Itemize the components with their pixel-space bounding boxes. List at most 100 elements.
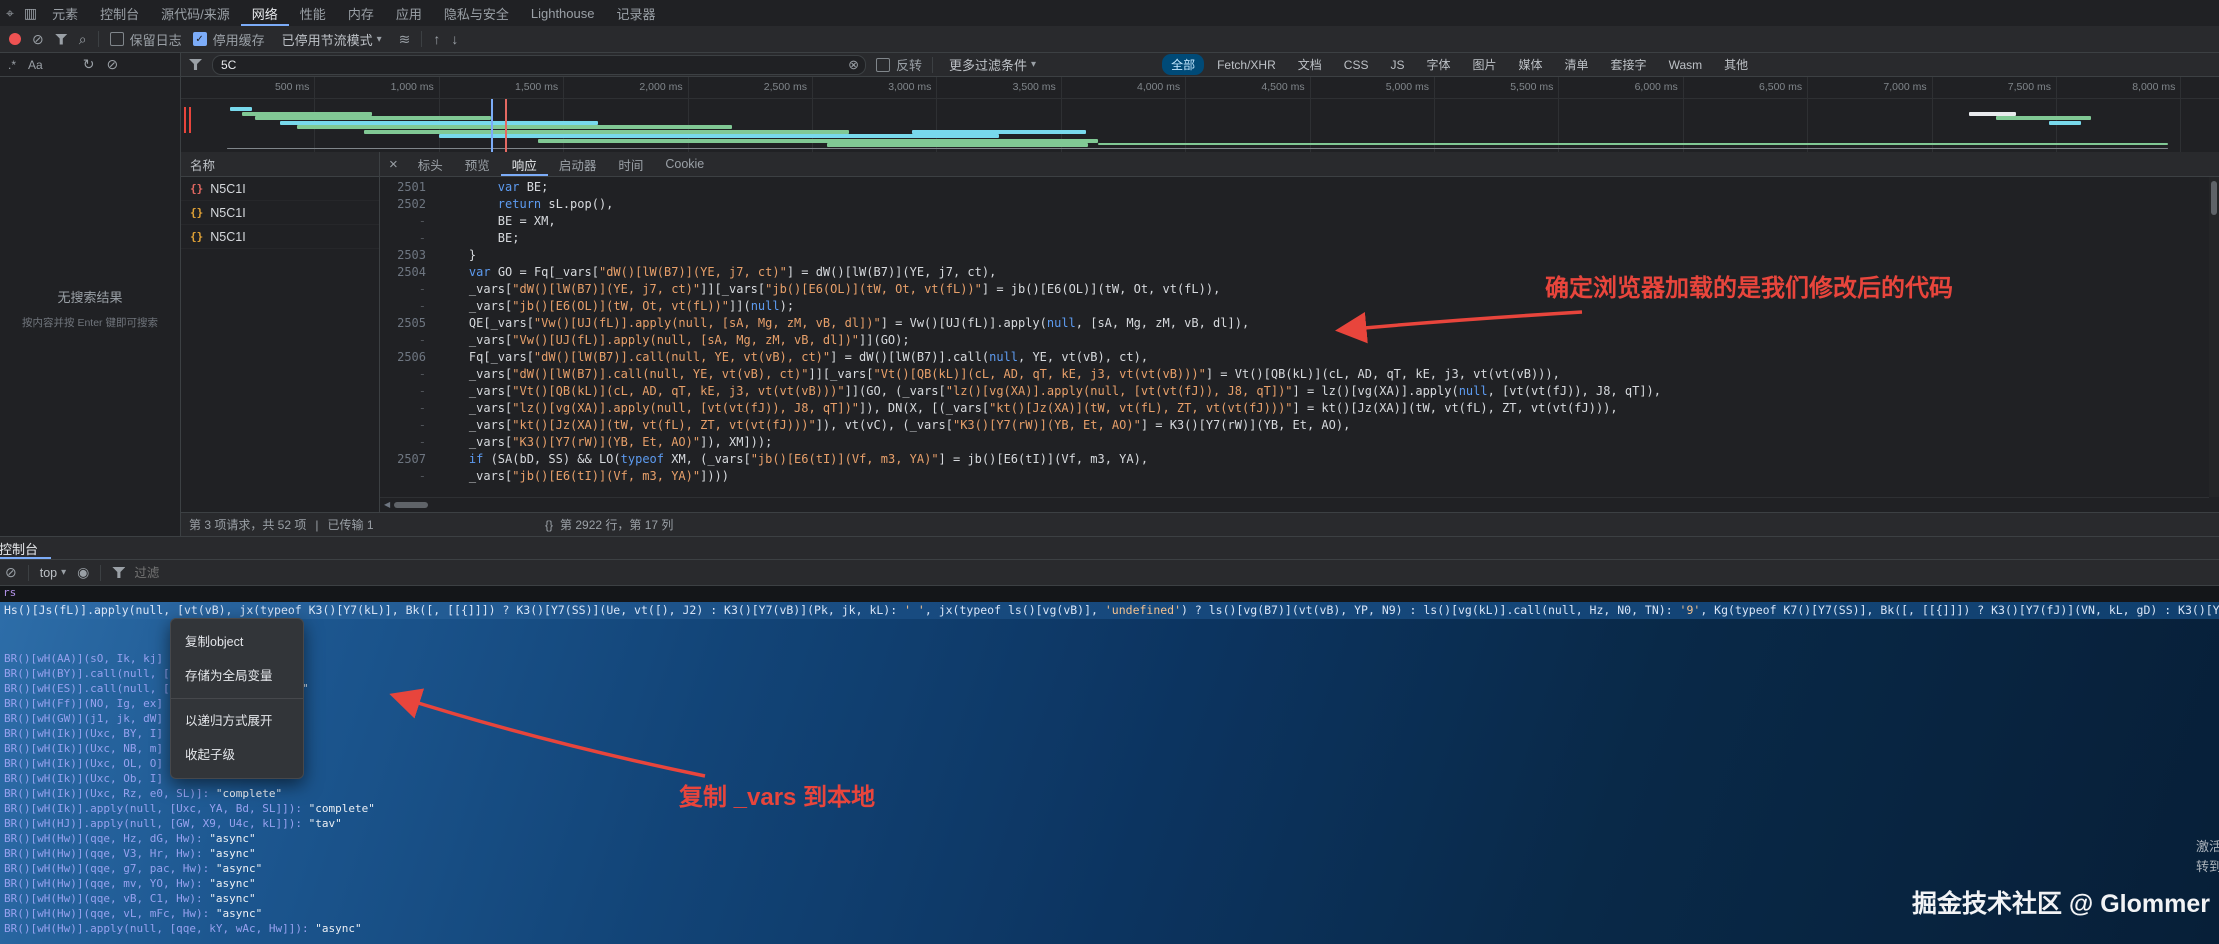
menu-item[interactable]: 收起子级	[171, 738, 303, 772]
more-filters-button[interactable]: 更多过滤条件 ▾	[943, 53, 1042, 76]
line-number: -	[380, 213, 440, 230]
code-text: _vars["jb()[E6(tI)](Vf, m3, YA)"])))	[440, 468, 729, 485]
timeline-gridline	[2180, 77, 2181, 152]
code-text: BE;	[440, 230, 519, 247]
filter-chip[interactable]: 文档	[1289, 54, 1331, 75]
code-row: - BE = XM,	[380, 213, 2209, 230]
console-filter-funnel-icon	[112, 567, 125, 578]
console-log-line: BR()[wH(Hw)](qqe, Hz, dG, Hw): "async"	[0, 831, 375, 846]
response-tab[interactable]: 启动器	[548, 152, 608, 176]
invert-checkbox[interactable]	[876, 58, 890, 72]
main-tab[interactable]: 内存	[337, 0, 385, 26]
menu-item[interactable]: 存储为全局变量	[171, 659, 303, 693]
filter-toggle-icon[interactable]	[55, 34, 68, 45]
clear-network-log-icon[interactable]: ⊘	[32, 31, 44, 48]
main-tab[interactable]: 元素	[41, 0, 89, 26]
console-log-line: BR()[wH(Hw)](qqe, mv, YO, Hw): "async"	[0, 876, 375, 891]
toolbar-divider	[100, 565, 101, 581]
context-value: top	[40, 566, 57, 580]
network-filter-input[interactable]	[219, 57, 842, 73]
main-tab[interactable]: 应用	[385, 0, 433, 26]
status-bar: 第 3 项请求，共 52 项 | 已传输 1 {} 第 2922 行，第 17 …	[181, 512, 2219, 536]
close-icon[interactable]: ×	[380, 156, 407, 173]
vertical-scroll-thumb[interactable]	[2211, 181, 2217, 215]
response-tab[interactable]: 响应	[501, 152, 548, 176]
code-text: _vars["lz()[vg(XA)].apply(null, [vt(vt(f…	[440, 400, 1618, 417]
activation-text-line-2: 转到	[2196, 856, 2219, 875]
preserve-log-checkbox[interactable]	[110, 32, 124, 46]
search-hint: 按内容并按 Enter 键即可搜索	[0, 315, 180, 330]
import-har-icon[interactable]: ↑	[433, 31, 440, 47]
clear-filter-icon[interactable]: ⊗	[848, 57, 859, 73]
filter-chip[interactable]: 全部	[1162, 54, 1204, 75]
page-event-line	[491, 99, 493, 152]
main-tab[interactable]: 隐私与安全	[433, 0, 520, 26]
inspect-icon[interactable]: ⌖	[0, 5, 20, 22]
main-tab[interactable]: 性能	[289, 0, 337, 26]
filter-chip[interactable]: Fetch/XHR	[1208, 56, 1285, 74]
code-rows: 2501 var BE;2502 return sL.pop(),- BE = …	[380, 179, 2209, 485]
line-number: 2503	[380, 247, 440, 264]
filter-chip[interactable]: JS	[1381, 56, 1413, 74]
filter-chip[interactable]: Wasm	[1660, 56, 1712, 74]
request-type-chips: 全部Fetch/XHR文档CSSJS字体图片媒体清单套接字Wasm其他	[1162, 54, 1757, 75]
menu-item[interactable]: 以递归方式展开	[171, 704, 303, 738]
annotation-note-1: 确定浏览器加载的是我们修改后的代码	[1545, 268, 1953, 303]
timeline-overview[interactable]: 500 ms1,000 ms1,500 ms2,000 ms2,500 ms3,…	[181, 77, 2219, 153]
clear-console-icon[interactable]: ⊘	[5, 564, 17, 581]
throttling-select[interactable]: 已停用节流模式 ▾	[276, 28, 388, 51]
response-tab[interactable]: 预览	[454, 152, 501, 176]
disable-cache-checkbox[interactable]: ✓	[193, 32, 207, 46]
request-row[interactable]: {}N5C1I	[181, 225, 379, 249]
main-tab[interactable]: 源代码/来源	[150, 0, 241, 26]
request-row[interactable]: {}N5C1I	[181, 201, 379, 225]
request-list-header[interactable]: 名称	[181, 152, 379, 177]
line-number: 2505	[380, 315, 440, 332]
file-icon: {}	[190, 182, 203, 195]
response-tab[interactable]: 标头	[407, 152, 454, 176]
clear-search-icon[interactable]: ⊘	[106, 56, 118, 73]
filter-chip[interactable]: 清单	[1556, 54, 1598, 75]
filter-chip[interactable]: 套接字	[1602, 54, 1656, 75]
network-conditions-icon[interactable]: ≋	[399, 31, 411, 48]
refresh-icon[interactable]: ↻	[83, 56, 95, 73]
timeline-tick-label: 8,000 ms	[2132, 81, 2180, 93]
timeline-gridline	[1558, 77, 1559, 152]
vertical-scrollbar[interactable]	[2209, 177, 2219, 497]
filter-chip[interactable]: CSS	[1335, 56, 1378, 74]
waterfall-bar	[1996, 116, 2091, 120]
main-tab[interactable]: 网络	[241, 0, 289, 26]
scroll-left-icon[interactable]: ◀	[380, 500, 394, 509]
regex-toggle-icon[interactable]: .*	[8, 58, 16, 72]
live-expression-eye-icon[interactable]: ◉	[77, 564, 89, 581]
code-text: Fq[_vars["dW()[lW(B7)].call(null, YE, vt…	[440, 349, 1148, 366]
horizontal-scroll-thumb[interactable]	[394, 502, 428, 508]
line-number: 2507	[380, 451, 440, 468]
device-toolbar-icon[interactable]: ▥	[20, 5, 41, 22]
invert-label: 反转	[896, 55, 922, 74]
page-event-line	[505, 99, 507, 152]
console-filter-input[interactable]	[132, 565, 266, 581]
filter-chip[interactable]: 媒体	[1510, 54, 1552, 75]
record-button[interactable]	[9, 33, 21, 45]
filter-chip[interactable]: 其他	[1715, 54, 1757, 75]
request-row[interactable]: {}N5C1I	[181, 177, 379, 201]
response-tab[interactable]: 时间	[607, 152, 654, 176]
filter-chip[interactable]: 字体	[1417, 54, 1459, 75]
main-tab[interactable]: 记录器	[605, 0, 666, 26]
pretty-print-icon[interactable]: {}	[545, 518, 553, 532]
menu-item[interactable]: 复制object	[171, 625, 303, 659]
horizontal-scrollbar[interactable]: ◀	[380, 497, 2209, 511]
response-tab[interactable]: Cookie	[654, 152, 715, 176]
console-log-line: BR()[wH(HJ)].apply(null, [GW, X9, U4c, k…	[0, 816, 375, 831]
waterfall-bar	[255, 116, 491, 120]
filter-chip[interactable]: 图片	[1464, 54, 1506, 75]
code-text: var GO = Fq[_vars["dW()[lW(B7)](YE, j7, …	[440, 264, 996, 281]
match-case-toggle-icon[interactable]: Aa	[28, 58, 43, 72]
execution-context-select[interactable]: top ▾	[40, 566, 66, 580]
main-tab[interactable]: 控制台	[89, 0, 150, 26]
tab-console[interactable]: 控制台	[0, 537, 51, 559]
search-icon[interactable]: ⌕	[79, 31, 87, 48]
export-har-icon[interactable]: ↓	[451, 31, 458, 47]
main-tab[interactable]: Lighthouse	[520, 0, 606, 26]
